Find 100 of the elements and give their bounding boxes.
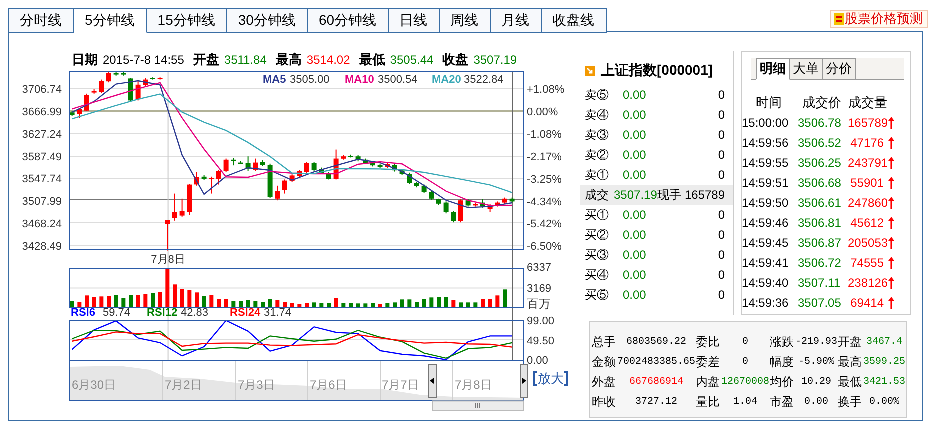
field-label: 日期: [72, 51, 98, 69]
legend-value: 3522.84: [464, 74, 504, 86]
stat-label: 内盘: [696, 374, 721, 390]
stat-value: 667686914: [628, 376, 684, 388]
row-label: 买①: [585, 206, 610, 224]
volume-value: 0: [718, 148, 725, 162]
stat-label: 市盈: [770, 394, 795, 410]
price-cell-text: 3506.52: [797, 136, 842, 150]
percent-tick: -5.42%: [527, 218, 562, 231]
stat-value: 0: [741, 336, 750, 348]
percent-tick: -4.34%: [527, 196, 562, 208]
row-label: 卖⑤: [585, 86, 610, 104]
price-cell-text: 3507.11: [797, 276, 842, 290]
legend-label: MA20: [432, 74, 462, 86]
volume-cell-text: 69414: [850, 296, 884, 310]
stat-value: 10.29: [800, 376, 832, 388]
candlestick: [282, 179, 288, 194]
volume-cell-text: 74555: [850, 256, 884, 270]
field-label: 开盘: [193, 51, 220, 69]
stat-label: 换手: [838, 394, 863, 410]
rsi-tick: 99.00: [527, 316, 555, 328]
volume-unit: 百万: [527, 297, 551, 311]
candlestick: [165, 220, 170, 252]
legend-label: MA5: [263, 74, 286, 86]
date-label: 7月6日: [310, 378, 348, 392]
volume-value: 0: [718, 108, 725, 122]
price-value: 0.00: [623, 228, 646, 242]
candlestick: [77, 108, 82, 119]
slider-handle[interactable]: [520, 364, 528, 398]
scrollbar-thumb[interactable]: [432, 400, 524, 412]
volume-value: 0: [718, 208, 725, 222]
chart-tab[interactable]: 30分钟线: [227, 8, 308, 33]
percent-tick: -1.08%: [527, 128, 562, 141]
candlestick: [99, 79, 104, 94]
price-value: 0.00: [623, 168, 646, 182]
stat-label: 最高: [838, 354, 863, 370]
volume-value: 0: [718, 128, 725, 142]
price-tick: 3468.24: [22, 218, 62, 231]
detail-tab[interactable]: 大单: [790, 58, 823, 80]
date-label: 6月30日: [72, 378, 116, 392]
detail-tab[interactable]: 明细: [756, 58, 790, 80]
volume-value: 165789: [684, 188, 725, 202]
stat-value: 3599.25: [863, 356, 906, 368]
stat-label: 外盘: [592, 374, 617, 390]
row-label: 买③: [585, 246, 610, 264]
chart-tab[interactable]: 5分钟线: [74, 8, 147, 33]
volume-value: 0: [718, 248, 725, 262]
row-label: 卖③: [585, 126, 610, 144]
rsi-tick: 49.50: [527, 335, 555, 348]
field-value: 3511.84: [224, 53, 267, 67]
time-cell-text: 14:59:36: [742, 296, 790, 310]
column-header: 成交量: [848, 94, 888, 112]
percent-tick: +1.08%: [527, 84, 565, 96]
document-icon: [834, 13, 844, 25]
price-cell-text: 3507.05: [797, 296, 842, 310]
price-cell-text: 3506.25: [797, 156, 842, 170]
time-cell-text: 14:59:55: [742, 156, 790, 170]
chart-tab[interactable]: 收盘线: [542, 8, 607, 33]
chart-tab[interactable]: 周线: [440, 8, 491, 33]
chart-tab[interactable]: 60分钟线: [308, 8, 389, 33]
price-cell-text: 3506.87: [797, 236, 842, 250]
stat-label: 总手: [592, 334, 617, 350]
volume-tick: 6337: [527, 262, 552, 274]
slider-handle[interactable]: [428, 364, 437, 398]
forecast-button[interactable]: 股票价格预测: [830, 10, 928, 28]
detail-tab[interactable]: 分价: [823, 58, 856, 80]
volume-value: 0: [718, 288, 725, 302]
candlestick: [180, 198, 185, 218]
chart-tab[interactable]: 分时线: [8, 8, 74, 33]
time-cell-text: 14:59:46: [742, 216, 790, 230]
candlestick: [304, 162, 310, 174]
stat-label: 涨跌: [770, 334, 795, 350]
price-value: 0.00: [623, 208, 646, 222]
candlestick: [444, 201, 449, 214]
stat-value: 7002483385.65: [617, 356, 696, 368]
price-cell-text: 3506.68: [797, 176, 842, 190]
stat-value: 0: [741, 356, 750, 368]
row-label: 卖①: [585, 166, 610, 184]
chart-tab[interactable]: 日线: [388, 8, 440, 33]
legend-value: 3505.00: [290, 74, 330, 86]
price-cell-text: 3506.61: [797, 196, 842, 210]
stat-value: 3727.12: [634, 396, 678, 408]
stat-value: -5.90%: [797, 356, 836, 368]
time-cell-text: 14:59:45: [742, 236, 790, 250]
percent-tick: -3.25%: [527, 174, 562, 186]
volume-tick: 3169: [527, 283, 552, 295]
index-title: 上证指数[000001]: [601, 62, 714, 80]
price-tick: 3666.99: [22, 106, 62, 118]
legend-label: RSI6: [71, 307, 96, 319]
chart-tab[interactable]: 15分钟线: [146, 8, 228, 33]
candlestick: [106, 72, 112, 84]
arrow-icon: [585, 66, 595, 76]
field-value: 2015-7-8 14:55: [103, 53, 184, 67]
row-label: 卖④: [585, 106, 610, 124]
price-value: 0.00: [623, 108, 646, 122]
row-label: 成交: [585, 186, 610, 204]
chart-tab[interactable]: 月线: [490, 8, 542, 33]
price-value: 0.00: [623, 288, 646, 302]
zoom-button[interactable]: 放大: [533, 371, 568, 386]
time-cell-text: 14:59:50: [742, 196, 790, 210]
